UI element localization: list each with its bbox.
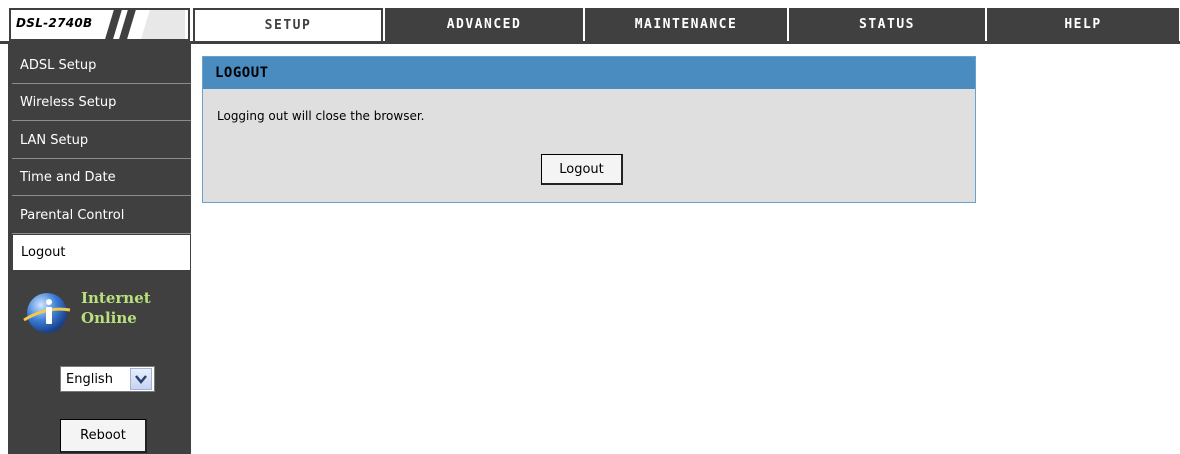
model-label: DSL-2740B [16, 16, 93, 30]
logo-slashes-icon [105, 10, 185, 39]
tab-status[interactable]: STATUS [789, 8, 986, 41]
logout-panel: LOGOUT Logging out will close the browse… [202, 56, 976, 203]
tab-help[interactable]: HELP [987, 8, 1180, 41]
model-logo: DSL-2740B [9, 8, 190, 41]
tab-maintenance[interactable]: MAINTENANCE [585, 8, 788, 41]
sidebar-item-adsl-setup[interactable]: ADSL Setup [12, 47, 191, 84]
internet-status-text: Internet Online [81, 288, 151, 328]
internet-status: Internet Online [22, 288, 182, 348]
sidebar-item-parental-control[interactable]: Parental Control [12, 197, 191, 234]
sidebar-item-lan-setup[interactable]: LAN Setup [12, 122, 191, 159]
status-line-online: Online [81, 309, 137, 327]
logout-message: Logging out will close the browser. [217, 109, 425, 123]
status-line-internet: Internet [81, 289, 151, 307]
logout-button[interactable]: Logout [541, 154, 623, 185]
sidebar-item-time-and-date[interactable]: Time and Date [12, 159, 191, 196]
info-globe-icon [23, 293, 71, 333]
language-select[interactable]: English [60, 366, 155, 392]
reboot-button[interactable]: Reboot [60, 419, 147, 453]
tab-setup[interactable]: SETUP [193, 8, 383, 41]
panel-title: LOGOUT [203, 57, 975, 89]
chevron-down-icon[interactable] [130, 368, 152, 390]
language-select-value: English [66, 371, 113, 387]
tab-advanced[interactable]: ADVANCED [385, 8, 584, 41]
sidebar-item-logout[interactable]: Logout [12, 234, 191, 271]
sidebar: ADSL Setup Wireless Setup LAN Setup Time… [8, 44, 191, 454]
sidebar-item-wireless-setup[interactable]: Wireless Setup [12, 84, 191, 121]
